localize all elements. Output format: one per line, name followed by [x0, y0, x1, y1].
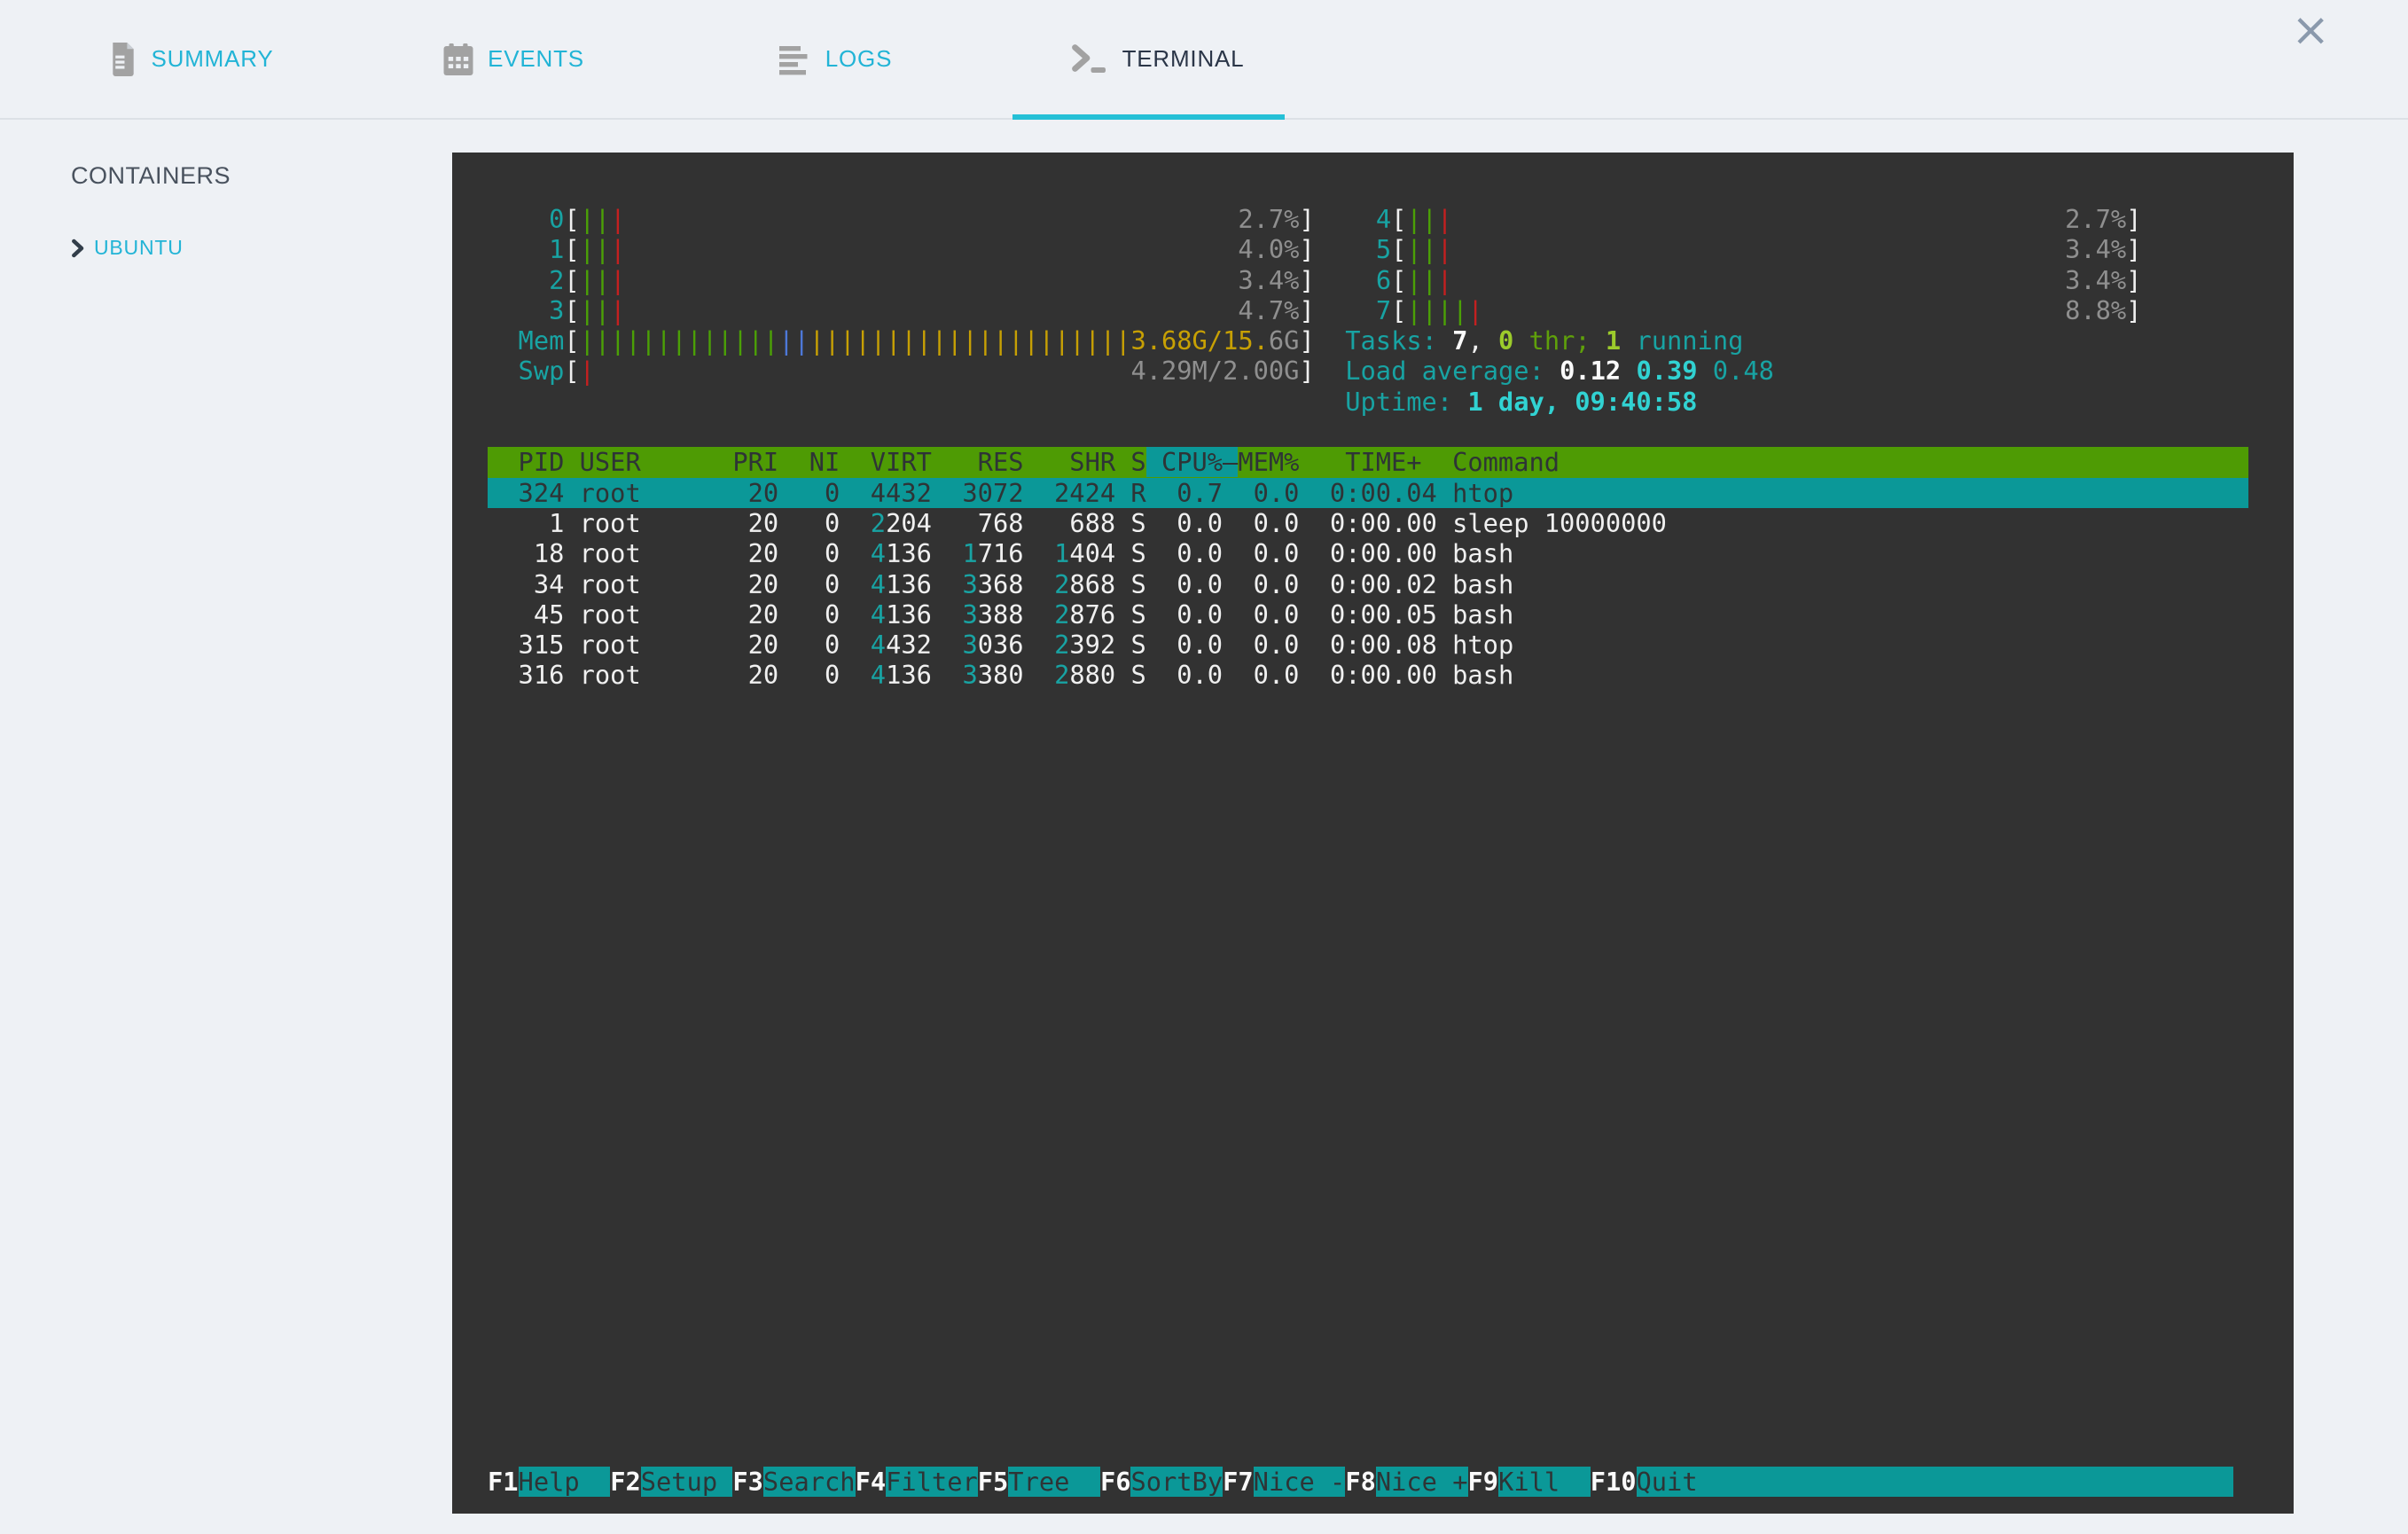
fn-f5-button[interactable]: F5Tree	[977, 1466, 1100, 1497]
log-lines-icon	[778, 43, 811, 75]
fn-key: F5	[977, 1466, 1009, 1497]
fn-key: F7	[1223, 1466, 1254, 1497]
fn-label: Tree	[1008, 1466, 1100, 1497]
process-row-34: 34 root 20 0 4136 3368 2868 S 0.0 0.0 0:…	[488, 568, 1514, 599]
fn-f10-button[interactable]: F10Quit	[1590, 1466, 1698, 1497]
fn-key: F3	[732, 1466, 763, 1497]
process-row-45: 45 root 20 0 4136 3388 2876 S 0.0 0.0 0:…	[488, 599, 1514, 630]
active-tab-underline	[1012, 114, 1285, 120]
fn-key: F4	[855, 1466, 887, 1497]
tab-logs[interactable]: LOGS	[675, 0, 997, 118]
sidebar: CONTAINERS UBUNTU	[71, 162, 408, 260]
uptime-row: Uptime: 1 day, 09:40:58	[1345, 386, 1698, 417]
cpu-meter-row-0-4: 0[||| 2.7%] 4[||| 2.7%]	[549, 204, 2142, 234]
chevron-right-icon	[71, 239, 85, 258]
tab-label: SUMMARY	[151, 45, 274, 72]
process-table-header: PID USER PRI NI VIRT RES SHR S CPU%–MEM%…	[488, 447, 2249, 478]
tab-terminal[interactable]: TERMINAL	[997, 0, 1318, 120]
tab-summary[interactable]: SUMMARY	[31, 0, 353, 118]
process-row-1: 1 root 20 0 2204 768 688 S 0.0 0.0 0:00.…	[488, 507, 1667, 538]
fn-key: F8	[1345, 1466, 1376, 1497]
fn-label: Setup	[640, 1466, 733, 1497]
fn-key: F2	[610, 1466, 641, 1497]
fn-f9-button[interactable]: F9Kill	[1467, 1466, 1591, 1497]
fn-f2-button[interactable]: F2Setup	[610, 1466, 733, 1497]
blank-row	[488, 417, 2248, 447]
process-row-324-selected: 324 root 20 0 4432 3072 2424 R 0.7 0.0 0…	[488, 477, 2249, 508]
fn-label: Quit	[1636, 1466, 1698, 1497]
cpu-meter-row-1-5: 1[||| 4.0%] 5[||| 3.4%]	[549, 234, 2142, 265]
fn-label: Kill	[1498, 1466, 1591, 1497]
swp-meter-load-row: Swp[| 4.29M/2.00G] Load average: 0.12 0.…	[518, 356, 1774, 387]
tab-label: TERMINAL	[1122, 45, 1245, 72]
process-row-18: 18 root 20 0 4136 1716 1404 S 0.0 0.0 0:…	[488, 538, 1514, 569]
fn-label: Nice +	[1375, 1466, 1468, 1497]
fn-label: Search	[762, 1466, 856, 1497]
terminal-prompt-icon	[1071, 43, 1108, 75]
fn-f6-button[interactable]: F6SortBy	[1099, 1466, 1224, 1497]
terminal-panel[interactable]: 0[||| 2.7%] 4[||| 2.7%] 1[||| 4.0%] 5[||…	[452, 153, 2294, 1514]
fn-key: F10	[1590, 1466, 1637, 1497]
tab-label: LOGS	[825, 45, 893, 72]
tab-label: EVENTS	[488, 45, 584, 72]
fn-f8-button[interactable]: F8Nice +	[1345, 1466, 1468, 1497]
fnbar-fill	[1697, 1466, 2234, 1497]
sidebar-item-ubuntu[interactable]: UBUNTU	[71, 236, 408, 260]
fn-f4-button[interactable]: F4Filter	[855, 1466, 978, 1497]
tab-events[interactable]: EVENTS	[353, 0, 675, 118]
fn-key: F9	[1467, 1466, 1499, 1497]
calendar-icon	[443, 43, 473, 75]
terminal-screen: 0[||| 2.7%] 4[||| 2.7%] 1[||| 4.0%] 5[||…	[488, 204, 2249, 691]
mem-meter-tasks-row: Mem[||||||||||||||||||||||||||||||||||||…	[518, 325, 1744, 356]
document-icon	[110, 42, 137, 76]
fn-key: F1	[488, 1466, 519, 1497]
fn-label: Help	[518, 1466, 611, 1497]
fn-f1-button[interactable]: F1Help	[488, 1466, 611, 1497]
process-row-315: 315 root 20 0 4432 3036 2392 S 0.0 0.0 0…	[488, 630, 1514, 661]
fn-f3-button[interactable]: F3Search	[732, 1466, 856, 1497]
cpu-meter-row-3-7: 3[||| 4.7%] 7[||||| 8.8%]	[549, 294, 2142, 325]
sidebar-item-label: UBUNTU	[94, 236, 184, 259]
tab-bar: SUMMARY EVENTS LOGS TERMINAL ×	[0, 0, 2408, 120]
cpu-meter-row-2-6: 2[||| 3.4%] 6[||| 3.4%]	[549, 264, 2142, 295]
fn-label: Nice -	[1253, 1466, 1346, 1497]
process-row-316: 316 root 20 0 4136 3380 2880 S 0.0 0.0 0…	[488, 660, 1514, 691]
fn-label: Filter	[886, 1466, 978, 1497]
close-icon[interactable]: ×	[2291, 7, 2330, 53]
terminal-fnbar: F1Help F2Setup F3SearchF4FilterF5Tree F6…	[488, 1466, 2234, 1497]
sidebar-title: CONTAINERS	[71, 162, 231, 189]
fn-key: F6	[1099, 1466, 1131, 1497]
fn-f7-button[interactable]: F7Nice -	[1223, 1466, 1346, 1497]
fn-label: SortBy	[1130, 1466, 1224, 1497]
